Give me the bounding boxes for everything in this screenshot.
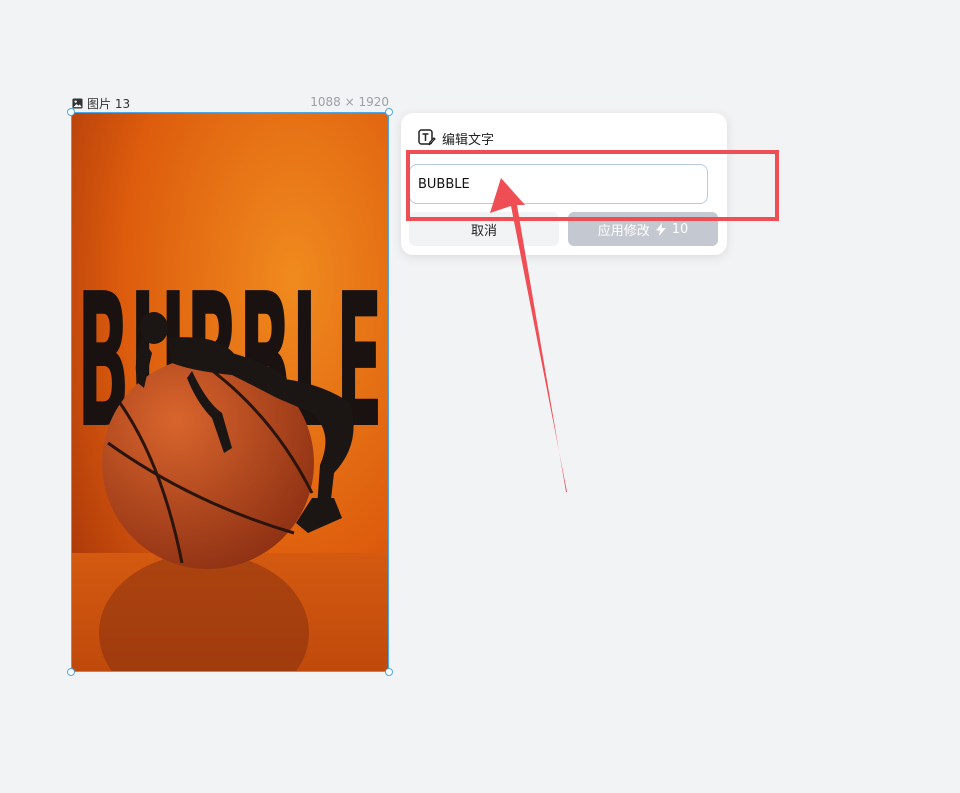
poster-image: BUBBLE <box>72 113 388 671</box>
text-edit-icon <box>418 129 436 146</box>
cancel-button[interactable]: 取消 <box>409 212 559 246</box>
apply-cost: 10 <box>671 221 689 237</box>
text-input[interactable] <box>409 164 708 204</box>
frame-name: 图片 13 <box>87 96 131 111</box>
edit-text-popover: 编辑文字 取消 应用修改 10 <box>401 113 727 255</box>
lightning-icon <box>655 222 666 236</box>
resize-handle-bottom-left[interactable] <box>67 668 75 676</box>
resize-handle-bottom-right[interactable] <box>385 668 393 676</box>
cancel-label: 取消 <box>470 223 497 239</box>
resize-handle-top-left[interactable] <box>67 108 75 116</box>
apply-label: 应用修改 <box>597 223 650 239</box>
image-icon <box>72 97 83 109</box>
apply-button[interactable]: 应用修改 10 <box>568 212 718 246</box>
frame-dimensions: 1088 × 1920 <box>310 95 389 109</box>
image-frame[interactable]: BUBBLE <box>71 112 389 672</box>
frame-label[interactable]: 图片 13 <box>72 95 130 111</box>
popover-title: 编辑文字 <box>442 132 495 148</box>
resize-handle-top-right[interactable] <box>385 108 393 116</box>
popover-header: 编辑文字 <box>418 129 495 148</box>
